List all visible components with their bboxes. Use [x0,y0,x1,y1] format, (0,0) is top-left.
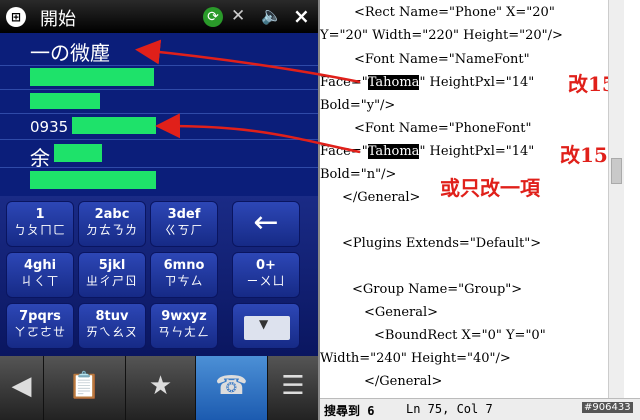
list-item[interactable] [0,167,318,195]
code-line: Face="Tahoma" HeightPxl="14" [320,74,534,92]
key-number: 0+ [256,258,276,273]
star-icon: ★ [148,371,173,401]
key-letters: ㄧㄨㄩ [246,274,286,288]
call-history-icon: 📋 [68,371,101,401]
redaction-block [30,93,100,109]
contact-name: 一の微塵 [30,41,110,65]
tab-call-history[interactable]: 📋 [44,356,126,420]
annotation-or-change-one: 或只改一項 [440,176,540,200]
key-4[interactable]: 4ghi ㄐㄑㄒ [6,252,74,298]
code-fragment: Face=" [320,75,368,90]
key-9[interactable]: 9wxyz ㄢㄣㄤㄥ [150,303,218,349]
contact-icon: ☎ [215,371,248,401]
redaction-block [30,171,156,189]
key-letters: ㄅㄆㄇㄈ [13,223,66,237]
contact-phone: 0935 [30,118,69,136]
menu-icon: ☰ [281,371,305,401]
key-letters: ㄢㄣㄤㄥ [157,325,210,339]
key-number: 4ghi [23,258,57,273]
redaction-block [30,68,154,86]
back-arrow-icon: ◀ [11,371,32,401]
scrollbar-thumb[interactable] [611,158,622,184]
phone-screen: ⊞ 開始 ⟳ ✕ 🔈 × 一の微塵 0935 余 1 ㄅㄆㄇㄈ 2abc ㄉㄊㄋ… [0,0,318,420]
list-item[interactable]: 余 [0,139,318,170]
code-line: <Rect Name="Phone" X="20" [354,5,555,20]
code-line: <Font Name="NameFont" [354,52,530,67]
code-line: <General> [364,305,439,320]
code-line: <Plugins Extends="Default"> [342,236,542,251]
code-line: Width="240" Height="40"/> [320,351,511,366]
key-letters: ㄗㄘㄙ [164,274,204,288]
code-line: <Font Name="PhoneFont" [354,121,532,136]
windows-logo-icon[interactable]: ⊞ [6,7,26,27]
key-2[interactable]: 2abc ㄉㄊㄋㄌ [78,201,146,247]
key-0[interactable]: 0+ ㄧㄨㄩ [232,252,300,298]
key-letters: ㄞㄟㄠㄡ [85,325,138,339]
key-7[interactable]: 7pqrs ㄚㄛㄜㄝ [6,303,74,349]
keyboard-toggle-button[interactable]: ▼ [232,303,300,349]
key-letters: ㄚㄛㄜㄝ [13,325,66,339]
tab-contacts[interactable]: ☎ [196,356,268,420]
key-letters: ㄓㄔㄕㄖ [85,274,138,288]
watermark: #906433 [582,402,633,413]
search-highlight: Tahoma [367,75,420,90]
chevron-down-icon: ▼ [259,317,269,331]
key-number: 9wxyz [161,309,207,324]
list-item[interactable]: 0935 [0,113,318,140]
key-letters: ㄉㄊㄋㄌ [85,223,138,237]
bottom-toolbar: ◀ 📋 ★ ☎ ☰ [0,356,318,420]
list-item[interactable]: 一の微塵 [0,33,318,66]
list-item[interactable] [0,89,318,114]
close-button[interactable]: × [293,5,310,27]
dial-keypad: 1 ㄅㄆㄇㄈ 2abc ㄉㄊㄋㄌ 3def ㄍㄎㄏ ← 4ghi ㄐㄑㄒ 5jk… [0,196,318,356]
key-letters: ㄐㄑㄒ [20,274,60,288]
list-item[interactable] [0,65,318,90]
key-number: 5jkl [98,258,126,273]
code-line: Bold="n"/> [320,167,397,182]
volume-icon[interactable]: 🔈 [261,6,282,26]
key-number: 6mno [163,258,205,273]
key-6[interactable]: 6mno ㄗㄘㄙ [150,252,218,298]
redaction-block [72,117,156,134]
key-8[interactable]: 8tuv ㄞㄟㄠㄡ [78,303,146,349]
code-line: <Group Name="Group"> [352,282,523,297]
cursor-position: Ln 75, Col 7 [406,402,493,416]
signal-icon[interactable]: ✕ [231,6,245,26]
back-button[interactable]: ◀ [0,356,44,420]
text-editor[interactable]: <Rect Name="Phone" X="20" Y="20" Width="… [320,0,640,420]
tab-favorites[interactable]: ★ [126,356,196,420]
menu-button[interactable]: ☰ [268,356,318,420]
code-line: <BoundRect X="0" Y="0" [374,328,546,343]
code-line: Y="20" Width="220" Height="20"/> [320,28,563,43]
code-line: </General> [364,374,443,389]
contact-list: 一の微塵 0935 余 [0,33,318,195]
code-fragment: " HeightPxl="14" [419,75,535,90]
code-line: Bold="y"/> [320,98,396,113]
key-number: 7pqrs [19,309,61,324]
redaction-block [54,144,102,162]
key-number: 2abc [94,207,130,222]
vertical-scrollbar[interactable] [608,0,624,398]
code-fragment: Face=" [320,144,368,159]
key-number: 3def [167,207,201,222]
key-letters: ㄍㄎㄏ [164,223,204,237]
key-1[interactable]: 1 ㄅㄆㄇㄈ [6,201,74,247]
code-fragment: " HeightPxl="14" [419,144,535,159]
code-line: Face="Tahoma" HeightPxl="14" [320,143,534,161]
search-count: 搜尋到 6 [324,404,375,418]
key-number: 1 [35,207,45,222]
sync-icon[interactable]: ⟳ [203,7,223,27]
backspace-button[interactable]: ← [232,201,300,247]
annotation-change-size-2: 改15 [560,143,608,167]
key-3[interactable]: 3def ㄍㄎㄏ [150,201,218,247]
code-line: </General> [342,190,421,205]
start-title[interactable]: 開始 [40,5,76,31]
search-highlight: Tahoma [367,144,420,159]
key-number: 8tuv [95,309,129,324]
title-bar: ⊞ 開始 ⟳ ✕ 🔈 × [0,0,318,33]
key-5[interactable]: 5jkl ㄓㄔㄕㄖ [78,252,146,298]
